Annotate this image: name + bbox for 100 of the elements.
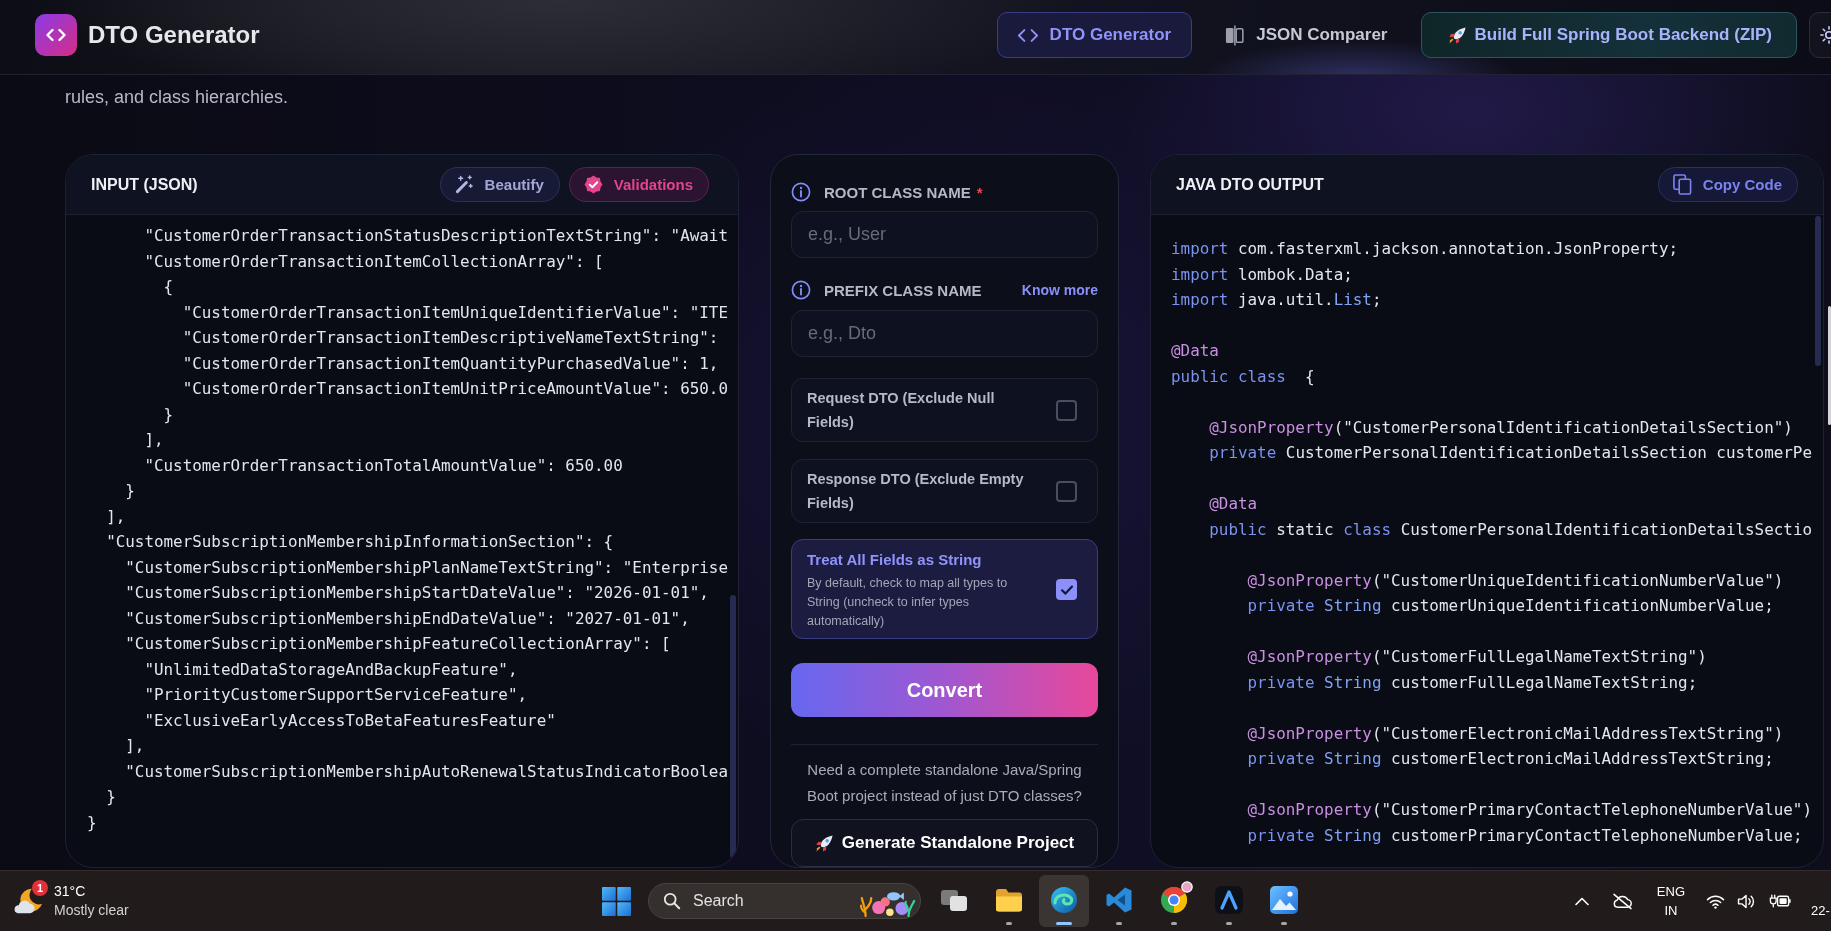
rocket-icon (814, 833, 834, 853)
code-line: "CustomerOrderTransactionTotalAmountValue": 650.00 (144, 455, 623, 475)
code-logo-icon (35, 14, 77, 56)
field-label: ROOT CLASS NAME (824, 183, 971, 201)
input-field[interactable]: e.g., Dto (791, 310, 1098, 358)
taskbar-button[interactable] (1039, 875, 1089, 927)
panel-title: JAVA DTO OUTPUT (1176, 175, 1324, 194)
code-line: "CustomerSubscriptionMembershipPlanNameTextString": "Enterprise (125, 557, 728, 577)
swirl-icon (1050, 886, 1078, 914)
code-line: import lombok.Data; (1171, 264, 1353, 284)
chevron-up-icon[interactable] (1573, 896, 1590, 906)
code-line: @JsonProperty("CustomerPrimaryContactTelephoneNumberValue") (1247, 800, 1812, 819)
input-field[interactable]: e.g., User (791, 211, 1098, 259)
code-line: @Data (1209, 494, 1258, 513)
moon-cloud-icon[interactable] (14, 886, 44, 916)
copy-icon (1672, 174, 1692, 195)
code-line: private String customerUniqueIdentificationNumberValue; (1247, 596, 1774, 615)
code-line: "UnlimitedDataStorageAndBackupFeature", (144, 659, 518, 679)
rocket-icon (1447, 25, 1467, 45)
code-line: "CustomerSubscriptionMembershipEndDateValue": "2027-01-01", (125, 608, 690, 628)
app-title: DTO Generator (88, 21, 260, 49)
magic-wand-icon (454, 175, 474, 194)
convert-button[interactable]: Convert (791, 663, 1098, 717)
picture-icon (1270, 886, 1298, 914)
code-line: "ExclusiveEarlyAccessToBetaFeaturesFeature" (144, 710, 556, 730)
nav-tab[interactable]: DTO Generator (996, 12, 1193, 58)
code-line: import com.fasterxml.jackson.annotation.JsonProperty; (1171, 239, 1679, 258)
notification-badge: 1 (32, 880, 48, 896)
code-line: ], (125, 736, 145, 755)
code-line: ], (144, 430, 164, 449)
folder-icon (995, 886, 1023, 914)
code-line: "CustomerOrderTransactionItemUnitPriceAmountValue": 650.0 (182, 379, 728, 398)
code-line: "CustomerOrderTransactionStatusDescriptionTextString": "Await (144, 226, 728, 245)
code-line: } (106, 787, 116, 806)
code-line: public static class CustomerPersonalIdentificationDetailsSectio (1209, 519, 1812, 539)
scrollbar-thumb[interactable] (1815, 216, 1821, 366)
build-backend-button[interactable]: Build Full Spring Boot Backend (ZIP) (1420, 12, 1797, 58)
required-mark: * (976, 183, 983, 201)
beautify-button[interactable]: Beautify (439, 167, 560, 202)
avatar-circle-icon (1181, 881, 1193, 893)
code-line: private String customerFullLegalNameTextString; (1247, 672, 1698, 692)
note-text: Need a complete standalone Java/Spring Boot project instead of just DTO classes? (806, 760, 1083, 806)
search-icon (663, 892, 681, 910)
code-line: private CustomerPersonalIdentificationDetailsSection customerPe (1209, 443, 1812, 462)
option-description: By default, check to map all types to String (uncheck to infer types automatically) (807, 574, 1009, 630)
know-more-link[interactable]: Know more (1021, 282, 1098, 299)
code-brackets-icon (1017, 28, 1038, 42)
speaker-icon[interactable] (1737, 893, 1756, 909)
code-line: public class { (1171, 366, 1315, 386)
checkbox[interactable] (1056, 579, 1077, 601)
split-panel-icon (1225, 24, 1245, 46)
generate-project-button[interactable]: Generate Standalone Project (791, 819, 1098, 867)
option-title: Request DTO (Exclude Null Fields) (807, 389, 996, 433)
code-line: } (163, 404, 174, 424)
nav-tab[interactable]: JSON Comparer (1204, 12, 1409, 58)
wifi-icon[interactable] (1706, 893, 1725, 909)
code-line: private String customerElectronicMailAddressTextString; (1247, 749, 1774, 768)
battery-charging-icon[interactable] (1768, 893, 1791, 909)
code-line: @JsonProperty("CustomerElectronicMailAddressTextString") (1247, 723, 1784, 743)
code-line: "CustomerSubscriptionMembershipFeatureCollectionArray": [ (125, 634, 671, 653)
code-line: "CustomerSubscriptionMembershipAutoRenewalStatusIndicatorBoolea (125, 761, 728, 781)
cloud-off-icon[interactable] (1611, 892, 1633, 910)
code-line: @JsonProperty("CustomerUniqueIdentificationNumberValue") (1247, 570, 1784, 590)
code-line: @Data (1171, 341, 1219, 360)
code-line: "CustomerOrderTransactionItemDescriptiveNameTextString": (182, 328, 719, 347)
code-line: "PriorityCustomerSupportServiceFeature", (144, 685, 528, 704)
code-line: "CustomerSubscriptionMembershipInformationSection": { (106, 532, 614, 551)
scrollbar-thumb[interactable] (730, 595, 736, 858)
color-wheel-icon (1160, 886, 1188, 914)
code-line: ], (106, 506, 126, 526)
code-line: "CustomerOrderTransactionItemQuantityPurchasedValue": 1, (182, 353, 719, 373)
checkbox[interactable] (1056, 480, 1077, 502)
four-squares-icon[interactable] (602, 886, 631, 916)
info-icon (791, 280, 811, 301)
code-line: "CustomerOrderTransactionItemCollectionArray": [ (144, 251, 604, 271)
code-line: @JsonProperty("CustomerFullLegalNameTextString") (1247, 647, 1707, 666)
code-line: } (87, 812, 97, 832)
clock-date[interactable]: 22- (1811, 903, 1831, 918)
search-button[interactable]: Search (648, 883, 921, 919)
option-title: Response DTO (Exclude Empty Fields) (807, 470, 1025, 514)
code-line: import java.util.List; (1171, 290, 1382, 309)
option-title: Treat All Fields as String (807, 549, 983, 570)
code-line: "CustomerSubscriptionMembershipStartDateValue": "2026-01-01", (125, 583, 709, 602)
language-button[interactable]: ENG IN (1656, 882, 1685, 920)
checkbox[interactable] (1056, 399, 1077, 421)
peak-logo-icon (1215, 886, 1243, 914)
code-line: { (163, 277, 174, 296)
field-label: PREFIX CLASS NAME (824, 281, 982, 299)
panel-title: INPUT (JSON) (91, 175, 198, 194)
weather-condition: Mostly clear (54, 901, 129, 920)
validations-button[interactable]: Validations (568, 167, 709, 202)
code-line: "CustomerOrderTransactionItemUniqueIdentifierValue": "ITE (182, 302, 728, 322)
info-icon (791, 182, 811, 202)
intro-text: rules, and class hierarchies. (65, 86, 289, 109)
code-line: } (125, 481, 135, 500)
code-line: @JsonProperty("CustomerPersonalIdentificationDetailsSection") (1209, 417, 1793, 437)
copy-code-button[interactable]: Copy Code (1657, 167, 1798, 202)
page-scrollbar-thumb[interactable] (1828, 306, 1831, 425)
badge-check-icon (583, 175, 603, 194)
ribbon-icon (1105, 886, 1133, 914)
